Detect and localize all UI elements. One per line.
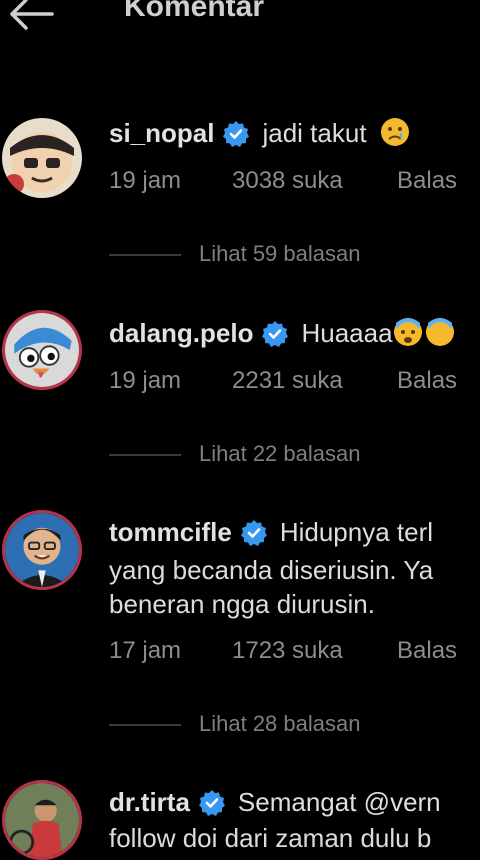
verified-badge-icon [240,520,267,546]
anxious-face-emoji [425,318,454,346]
reply-button[interactable]: Balas [397,637,457,665]
avatar[interactable] [2,510,82,590]
divider [109,724,181,726]
anxious-face-emoji [393,318,422,346]
username[interactable]: dr.tirta [109,787,190,817]
page-title: Komentar [124,0,265,23]
comment-meta: 19 jam 2231 suka Balas [109,367,480,397]
username[interactable]: dalang.pelo [109,318,253,348]
comment-text-line: yang becanda diseriusin. Ya [109,555,434,585]
view-replies-label: Lihat 28 balasan [199,711,361,736]
view-replies-label: Lihat 59 balasan [199,241,361,266]
comment-text-line: follow doi dari zaman dulu b [109,823,432,853]
comment-text: Hidupnya terl [279,517,434,547]
like-count[interactable]: 1723 suka [232,637,343,665]
verified-badge-icon [198,790,225,816]
reply-button[interactable]: Balas [397,367,457,395]
avatar[interactable] [2,118,82,198]
comment-meta: 19 jam 3038 suka Balas [109,167,480,197]
comment-time: 17 jam [109,637,182,664]
comment-text: Semangat @vern [237,787,441,817]
crying-face-emoji [380,118,409,146]
comment-text: jadi takut [262,118,367,148]
view-replies-button[interactable]: Lihat 59 balasan [109,241,480,271]
header: Komentar [0,0,480,40]
verified-badge-icon [223,121,250,147]
back-button[interactable] [6,0,54,36]
avatar[interactable] [2,780,82,860]
divider [109,254,181,256]
like-count[interactable]: 3038 suka [232,167,343,195]
divider [109,454,181,456]
verified-badge-icon [262,321,289,347]
username[interactable]: si_nopal [109,118,214,148]
view-replies-button[interactable]: Lihat 22 balasan [109,441,480,471]
comment-time: 19 jam [109,167,182,194]
comment-text-line: beneran ngga diurusin. [109,589,375,619]
reply-button[interactable]: Balas [397,167,457,195]
comment-meta: 17 jam 1723 suka Balas [109,637,480,667]
avatar[interactable] [2,310,82,390]
view-replies-label: Lihat 22 balasan [199,441,361,466]
username[interactable]: tommcifle [109,517,232,547]
like-count[interactable]: 2231 suka [232,367,343,395]
view-replies-button[interactable]: Lihat 28 balasan [109,711,480,741]
arrow-left-icon [10,0,54,30]
comment-time: 19 jam [109,367,182,394]
comment-text: Huaaaa [301,318,393,348]
